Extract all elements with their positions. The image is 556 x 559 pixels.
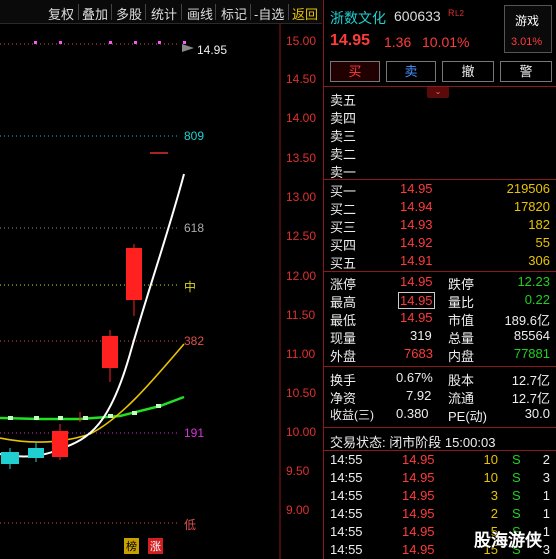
bid-row: 买四 14.92 55 [330, 235, 550, 253]
price-axis-tick: 10.50 [286, 386, 317, 400]
ma-yellow-line [0, 343, 185, 443]
price-change-pct: 10.01% [422, 34, 470, 50]
fund-row: 净资 7.92 流通 12.7亿 [330, 388, 550, 406]
ask-level-label: 卖四 [330, 111, 357, 126]
stock-code: 600633 [394, 8, 441, 24]
stat-row: 最高 14.95 量比 0.22 [330, 292, 550, 310]
stat-row: 外盘 7683 内盘 77881 [330, 346, 550, 364]
price-axis-tick: 13.50 [286, 151, 317, 165]
fund-row: 换手 0.67% 股本 12.7亿 [330, 370, 550, 388]
overlay-button[interactable]: 叠加 [82, 4, 108, 23]
last-price: 14.95 [330, 32, 371, 49]
fund-row: 收益(三) 0.380 PE(动) 30.0 [330, 406, 550, 424]
bid-row: 买二 14.94 17820 [330, 199, 550, 217]
rise-badge[interactable]: 涨 [148, 538, 163, 554]
price-axis-tick: 12.00 [286, 269, 317, 283]
mark-button[interactable]: 标记 [221, 4, 247, 23]
price-axis-tick: 12.50 [286, 229, 317, 243]
ma-white-line [0, 173, 185, 458]
sell-button[interactable]: 卖 [386, 61, 436, 82]
fuquan-button[interactable]: 复权 [48, 4, 74, 23]
ask-level-label: 卖三 [330, 129, 357, 144]
cancel-order-button[interactable]: 撤 [442, 61, 494, 82]
price-axis-tick: 10.00 [286, 425, 317, 439]
tick-row: 14:55 14.95 2 S 1 [330, 506, 550, 521]
sector-label: 游戏 [515, 14, 540, 28]
alert-button[interactable]: 警 [500, 61, 552, 82]
tick-row: 14:55 14.95 3 S 1 [330, 488, 550, 503]
price-axis-tick: 11.50 [286, 308, 316, 322]
back-button[interactable]: 返回 [292, 4, 318, 23]
price-axis-tick: 14.50 [286, 72, 317, 86]
kline-svg [0, 24, 281, 559]
price-axis-tick: 9.50 [286, 464, 310, 478]
buy-button[interactable]: 买 [330, 61, 380, 82]
fib-191-label: 191 [184, 426, 205, 440]
fib-382-label: 382 [184, 334, 205, 348]
multi-stock-button[interactable]: 多股 [116, 4, 142, 23]
tick-row: 14:55 14.95 10 S 2 [330, 452, 550, 467]
fib-618-label: 618 [184, 221, 205, 235]
r-tag: R [448, 8, 455, 18]
sector-pct: 3.01% [511, 36, 543, 48]
top-price-label: 14.95 [197, 43, 228, 57]
add-watchlist-button[interactable]: -自选 [254, 4, 284, 23]
statistics-button[interactable]: 统计 [151, 4, 177, 23]
quote-panel: 浙数文化 600633 R L2 游戏 3.01% 14.95 1.36 10.… [323, 0, 556, 559]
trade-status: 交易状态: 闭市阶段 15:00:03 [330, 435, 496, 450]
price-axis-tick: 9.00 [286, 503, 310, 517]
rank-badge[interactable]: 榜 [124, 538, 139, 554]
price-axis-tick: 11.00 [286, 347, 316, 361]
bid-row: 买一 14.95 219506 [330, 181, 550, 199]
fib-low-label: 低 [184, 518, 197, 532]
ask-level-label: 卖二 [330, 147, 357, 162]
ask-level-label: 卖五 [330, 93, 357, 108]
expand-chevron-icon[interactable]: ⌄ [427, 86, 449, 98]
stat-row: 最低 14.95 市值 189.6亿 [330, 310, 550, 328]
fib-809-label: 809 [184, 129, 205, 143]
draw-line-button[interactable]: 画线 [187, 4, 213, 23]
chart-toolbar: 复权 叠加 多股 统计 画线 标记 -自选 返回 [0, 0, 322, 24]
price-axis-tick: 14.00 [286, 111, 317, 125]
stat-row: 现量 319 总量 85564 [330, 328, 550, 346]
price-axis-tick: 13.00 [286, 190, 317, 204]
stat-row: 涨停 14.95 跌停 12.23 [330, 274, 550, 292]
fib-mid-label: 中 [184, 280, 197, 294]
price-axis-tick: 15.00 [286, 34, 317, 48]
watermark: 股海游侠 [474, 531, 542, 550]
bid-row: 买三 14.93 182 [330, 217, 550, 235]
bid-row: 买五 14.91 306 [330, 253, 550, 271]
sector-box[interactable]: 游戏 3.01% [504, 5, 552, 53]
kline-chart[interactable]: 14.95 809 618 中 382 191 低 15.00 14.50 14… [0, 24, 322, 559]
stock-name: 浙数文化 [330, 10, 386, 26]
tick-row: 14:55 14.95 10 S 3 [330, 470, 550, 485]
level-tag: L2 [455, 9, 464, 18]
price-change: 1.36 [384, 34, 412, 50]
